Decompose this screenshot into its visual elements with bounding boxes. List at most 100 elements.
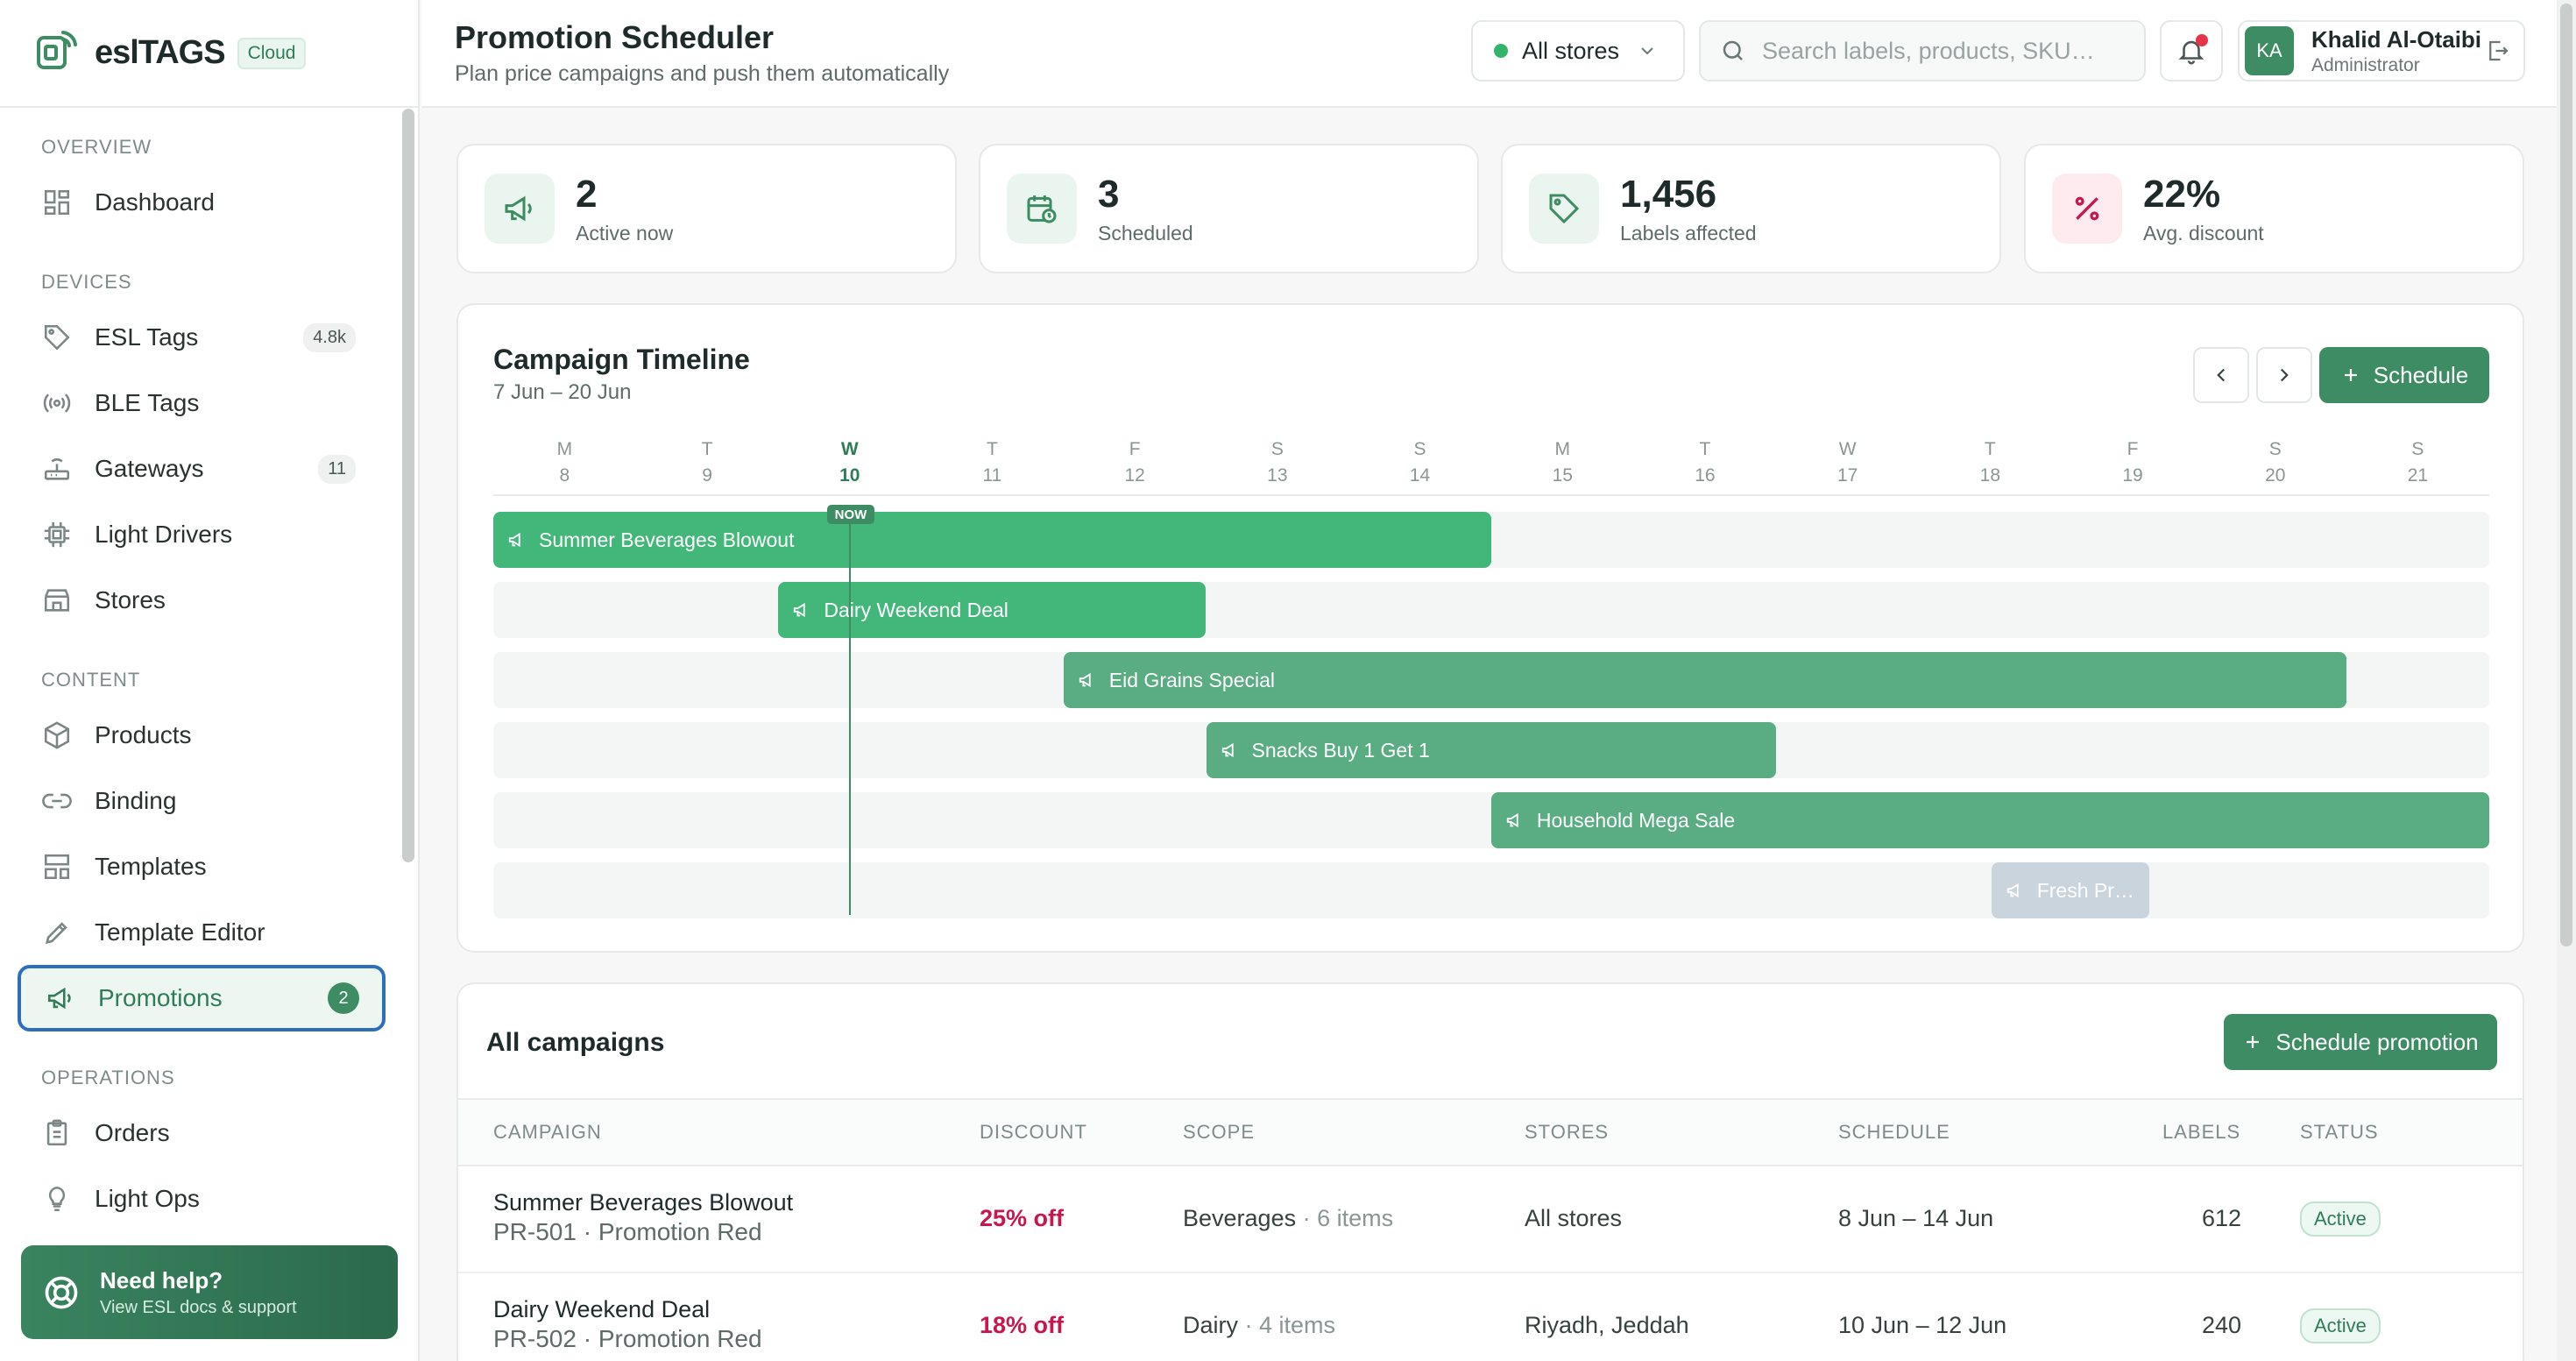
campaign-code: PR-501 · Promotion Red: [493, 1218, 762, 1245]
timeline-day: S 13: [1242, 436, 1313, 489]
search-icon: [1720, 38, 1746, 64]
stat-card-labels: 1,456 Labels affected: [1501, 144, 2001, 273]
sidebar-item-stores[interactable]: Stores: [18, 567, 386, 634]
link-icon: [40, 784, 74, 818]
discount-value: 25% off: [980, 1205, 1065, 1231]
stat-card-active: 2 Active now: [456, 144, 957, 273]
day-number: 20: [2265, 465, 2286, 486]
campaign-bar[interactable]: Dairy Weekend Deal: [778, 582, 1207, 638]
day-number: 18: [1979, 465, 2001, 486]
sidebar-item-light-ops[interactable]: Light Ops: [18, 1166, 386, 1221]
day-number: 13: [1267, 465, 1288, 486]
day-number: 21: [2407, 465, 2429, 486]
campaign-bar[interactable]: Summer Beverages Blowout: [493, 512, 1491, 568]
tag-icon: [1529, 174, 1599, 244]
day-letter: W: [1838, 439, 1857, 459]
day-number: 16: [1695, 465, 1716, 486]
schedule-promotion-button[interactable]: Schedule promotion: [2224, 1014, 2497, 1070]
section-devices: Devices: [41, 271, 132, 293]
count-badge: 4.8k: [303, 323, 356, 352]
campaign-bar[interactable]: Eid Grains Special: [1063, 652, 2347, 708]
megaphone-icon: [507, 530, 527, 549]
megaphone-icon: [1078, 670, 1097, 690]
campaign-bar-label: Fresh Pr…: [2036, 878, 2134, 902]
column-status[interactable]: Status: [2300, 1121, 2379, 1144]
notifications-button[interactable]: [2160, 20, 2223, 82]
page-scrollbar[interactable]: [2557, 0, 2576, 1361]
sidebar-item-template-editor[interactable]: Template Editor: [18, 899, 386, 966]
user-menu[interactable]: KA Khalid Al-Otaibi Administrator: [2238, 20, 2525, 82]
sidebar-item-label: Template Editor: [95, 918, 265, 946]
day-number: 19: [2122, 465, 2143, 486]
scope-value: Beverages: [1183, 1205, 1297, 1231]
next-week-button[interactable]: [2256, 347, 2312, 403]
sidebar-item-orders[interactable]: Orders: [18, 1100, 386, 1166]
count-badge: 11: [318, 454, 356, 484]
brand[interactable]: eslTAGS Cloud: [0, 0, 418, 108]
stat-value: 1,456: [1620, 172, 1717, 216]
sidebar-item-gateways[interactable]: Gateways 11: [18, 436, 386, 502]
day-letter: S: [2268, 439, 2282, 459]
status-badge: Active: [2300, 1202, 2381, 1237]
day-letter: F: [1129, 439, 1141, 459]
column-labels[interactable]: Labels: [2162, 1121, 2240, 1144]
sidebar-item-ble-tags[interactable]: BLE Tags: [18, 370, 386, 436]
tag-icon: [40, 321, 74, 354]
sidebar-item-label: Stores: [95, 586, 166, 613]
column-schedule[interactable]: Schedule: [1838, 1121, 1950, 1144]
table-row[interactable]: Dairy Weekend Deal PR-502 · Promotion Red…: [458, 1273, 2523, 1361]
campaign-bar[interactable]: Snacks Buy 1 Get 1: [1206, 722, 1777, 778]
stat-label: Labels affected: [1620, 221, 1757, 245]
labels-value: 612: [2201, 1205, 2241, 1231]
timeline-day: T 18: [1955, 436, 2025, 489]
campaign-bar[interactable]: Household Mega Sale: [1490, 792, 2489, 848]
sidebar-scrollbar[interactable]: [402, 109, 414, 862]
sidebar-item-light-drivers[interactable]: Light Drivers: [18, 501, 386, 568]
chevron-left-icon: [2210, 364, 2233, 386]
column-discount[interactable]: Discount: [980, 1121, 1087, 1144]
stat-value: 22%: [2143, 172, 2221, 216]
section-content: Content: [41, 669, 141, 691]
day-letter: M: [1554, 439, 1571, 459]
column-stores[interactable]: Stores: [1525, 1121, 1609, 1144]
megaphone-icon: [1505, 811, 1525, 830]
prev-week-button[interactable]: [2193, 347, 2249, 403]
day-letter: S: [1413, 439, 1426, 459]
campaign-name: Dairy Weekend Deal: [493, 1296, 711, 1322]
logo-icon: [33, 27, 81, 79]
store-select-value: All stores: [1522, 37, 1620, 64]
sidebar-item-promotions[interactable]: Promotions 2: [18, 965, 386, 1031]
timeline-day: T9: [672, 436, 742, 489]
sidebar-item-products[interactable]: Products: [18, 702, 386, 769]
column-scope[interactable]: Scope: [1183, 1121, 1255, 1144]
bell-icon: [2176, 34, 2208, 66]
sidebar-item-templates[interactable]: Templates: [18, 833, 386, 900]
store-select[interactable]: All stores: [1471, 20, 1685, 82]
campaign-bar[interactable]: Fresh Pr…: [1991, 862, 2149, 918]
sidebar-item-esl-tags[interactable]: ESL Tags 4.8k: [18, 304, 386, 371]
megaphone-icon: [792, 600, 811, 620]
table-row[interactable]: Summer Beverages Blowout PR-501 · Promoti…: [458, 1166, 2523, 1273]
timeline-day: F 12: [1100, 436, 1170, 489]
schedule-button[interactable]: Schedule: [2319, 347, 2489, 403]
column-campaign[interactable]: Campaign: [493, 1121, 602, 1144]
day-letter: S: [2411, 439, 2424, 459]
sidebar-item-label: Products: [95, 721, 192, 748]
help-card[interactable]: Need help? View ESL docs & support: [21, 1245, 398, 1339]
day-number: 11: [982, 465, 1002, 486]
campaign-name: Summer Beverages Blowout: [493, 1189, 794, 1216]
dashboard-icon: [40, 186, 74, 219]
router-icon: [40, 452, 74, 486]
search-input[interactable]: Search labels, products, SKU…: [1699, 20, 2146, 82]
plus-icon: [2242, 1031, 2263, 1053]
scope-items: · 4 items: [1244, 1312, 1336, 1338]
logout-icon[interactable]: [2485, 38, 2511, 64]
stat-card-discount: 22% Avg. discount: [2024, 144, 2524, 273]
clipboard-icon: [40, 1116, 74, 1150]
sidebar-item-binding[interactable]: Binding: [18, 768, 386, 834]
sidebar-item-dashboard[interactable]: Dashboard: [18, 169, 386, 236]
now-line: [849, 521, 851, 915]
timeline-day: M 15: [1527, 436, 1597, 489]
brand-name: eslTAGS: [95, 34, 226, 71]
page-scrollbar-thumb[interactable]: [2560, 4, 2572, 946]
